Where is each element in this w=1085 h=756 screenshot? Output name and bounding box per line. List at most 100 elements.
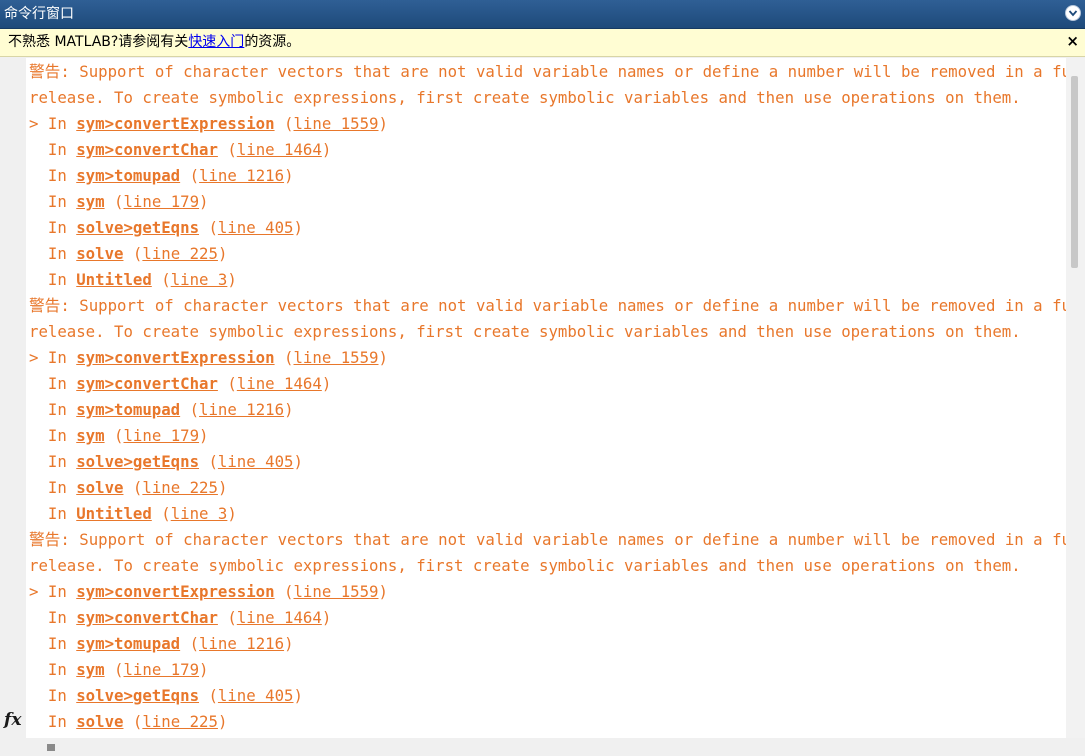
line-number-link[interactable]: line 1464 bbox=[237, 608, 322, 627]
open-paren: ( bbox=[189, 634, 200, 653]
stack-trace-line: In sym (line 179) bbox=[29, 189, 1066, 215]
warning-text: release. To create symbolic expressions,… bbox=[29, 556, 1021, 575]
trace-gap bbox=[105, 660, 114, 679]
stack-trace-line: > In sym>convertExpression (line 1559) bbox=[29, 579, 1066, 605]
function-link[interactable]: solve>getEqns bbox=[76, 686, 199, 705]
title-bar: 命令行窗口 bbox=[0, 0, 1085, 29]
close-paren: ) bbox=[217, 478, 228, 497]
stack-trace-line: In sym>tomupad (line 1216) bbox=[29, 631, 1066, 657]
function-link[interactable]: solve bbox=[76, 244, 123, 263]
warning-text: release. To create symbolic expressions,… bbox=[29, 88, 1021, 107]
line-number-link[interactable]: line 3 bbox=[171, 504, 228, 523]
warning-line: release. To create symbolic expressions,… bbox=[29, 319, 1066, 345]
open-paren: ( bbox=[208, 686, 218, 705]
function-link[interactable]: solve bbox=[76, 712, 123, 731]
close-paren: ) bbox=[378, 348, 388, 367]
warning-text: 警告: Support of character vectors that ar… bbox=[29, 296, 1066, 315]
line-number-link[interactable]: line 405 bbox=[218, 452, 294, 471]
open-paren: ( bbox=[189, 400, 200, 419]
line-number-link[interactable]: line 1559 bbox=[293, 348, 378, 367]
left-gutter bbox=[0, 58, 26, 756]
command-window: 命令行窗口 不熟悉 MATLAB?请参阅有关快速入门的资源。 × 警告: Sup… bbox=[0, 0, 1085, 756]
line-number-link[interactable]: line 1216 bbox=[199, 634, 284, 653]
trace-prefix: In bbox=[29, 712, 77, 731]
open-paren: ( bbox=[227, 140, 237, 159]
info-text-before: 不熟悉 MATLAB?请参阅有关 bbox=[8, 34, 189, 50]
function-link[interactable]: sym>convertExpression bbox=[76, 114, 274, 133]
open-paren: ( bbox=[227, 374, 237, 393]
trace-gap bbox=[105, 426, 114, 445]
trace-prefix: In bbox=[29, 166, 77, 185]
stack-trace-line: In solve>getEqns (line 405) bbox=[29, 449, 1066, 475]
line-number-link[interactable]: line 1464 bbox=[237, 374, 322, 393]
stack-trace-line: In solve>getEqns (line 405) bbox=[29, 215, 1066, 241]
trace-prefix: > In bbox=[29, 348, 77, 367]
line-number-link[interactable]: line 1559 bbox=[293, 114, 378, 133]
trace-gap bbox=[180, 166, 189, 185]
trace-gap bbox=[123, 244, 132, 263]
function-link[interactable]: solve bbox=[76, 478, 123, 497]
trace-prefix: In bbox=[29, 608, 77, 627]
function-link[interactable]: sym>tomupad bbox=[76, 166, 180, 185]
trace-gap bbox=[105, 192, 114, 211]
line-number-link[interactable]: line 225 bbox=[142, 244, 218, 263]
line-number-link[interactable]: line 179 bbox=[123, 192, 199, 211]
function-icon[interactable]: fx bbox=[4, 709, 21, 731]
line-number-link[interactable]: line 225 bbox=[142, 478, 218, 497]
quick-start-link[interactable]: 快速入门 bbox=[188, 34, 244, 50]
line-number-link[interactable]: line 405 bbox=[218, 686, 294, 705]
stack-trace-line: In solve (line 225) bbox=[29, 709, 1066, 735]
function-link[interactable]: Untitled bbox=[76, 504, 152, 523]
function-link[interactable]: sym>convertChar bbox=[76, 374, 218, 393]
close-paren: ) bbox=[199, 426, 209, 445]
scrollbar-thumb[interactable] bbox=[1071, 76, 1078, 268]
window-title: 命令行窗口 bbox=[4, 6, 74, 22]
trace-gap bbox=[180, 634, 189, 653]
function-link[interactable]: sym>tomupad bbox=[76, 400, 180, 419]
function-link[interactable]: solve>getEqns bbox=[76, 218, 199, 237]
open-paren: ( bbox=[132, 244, 143, 263]
line-number-link[interactable]: line 179 bbox=[123, 426, 199, 445]
stack-trace-line: In Untitled (line 3) bbox=[29, 501, 1066, 527]
console-output[interactable]: 警告: Support of character vectors that ar… bbox=[26, 58, 1066, 738]
function-link[interactable]: sym>tomupad bbox=[76, 634, 180, 653]
line-number-link[interactable]: line 1464 bbox=[237, 140, 322, 159]
warning-line: 警告: Support of character vectors that ar… bbox=[29, 527, 1066, 553]
function-link[interactable]: sym>convertChar bbox=[76, 608, 218, 627]
line-number-link[interactable]: line 1216 bbox=[199, 166, 284, 185]
function-link[interactable]: sym bbox=[76, 426, 104, 445]
function-link[interactable]: sym>convertExpression bbox=[76, 582, 274, 601]
resize-grip-icon[interactable] bbox=[47, 744, 55, 751]
line-number-link[interactable]: line 405 bbox=[218, 218, 294, 237]
line-number-link[interactable]: line 179 bbox=[123, 660, 199, 679]
open-paren: ( bbox=[189, 166, 200, 185]
trace-prefix: > In bbox=[29, 582, 77, 601]
open-paren: ( bbox=[132, 478, 143, 497]
trace-prefix: In bbox=[29, 218, 77, 237]
trace-gap bbox=[123, 712, 132, 731]
close-icon[interactable]: × bbox=[1066, 32, 1079, 50]
trace-gap bbox=[180, 400, 189, 419]
stack-trace-line: In solve>getEqns (line 405) bbox=[29, 683, 1066, 709]
chevron-down-circle-icon[interactable] bbox=[1065, 5, 1081, 21]
trace-prefix: > In bbox=[29, 114, 77, 133]
line-number-link[interactable]: line 1216 bbox=[199, 400, 284, 419]
function-link[interactable]: Untitled bbox=[76, 270, 152, 289]
line-number-link[interactable]: line 1559 bbox=[293, 582, 378, 601]
function-link[interactable]: sym>convertExpression bbox=[76, 348, 274, 367]
function-link[interactable]: sym bbox=[76, 192, 104, 211]
function-link[interactable]: sym bbox=[76, 660, 104, 679]
trace-prefix: In bbox=[29, 244, 77, 263]
trace-gap bbox=[152, 504, 161, 523]
trace-prefix: In bbox=[29, 686, 77, 705]
vertical-scrollbar[interactable] bbox=[1066, 58, 1085, 738]
function-link[interactable]: sym>convertChar bbox=[76, 140, 218, 159]
trace-prefix: In bbox=[29, 270, 77, 289]
close-paren: ) bbox=[284, 400, 294, 419]
line-number-link[interactable]: line 225 bbox=[142, 712, 218, 731]
close-paren: ) bbox=[227, 504, 237, 523]
line-number-link[interactable]: line 3 bbox=[171, 270, 228, 289]
function-link[interactable]: solve>getEqns bbox=[76, 452, 199, 471]
trace-prefix: In bbox=[29, 400, 77, 419]
stack-trace-line: In sym>convertChar (line 1464) bbox=[29, 371, 1066, 397]
